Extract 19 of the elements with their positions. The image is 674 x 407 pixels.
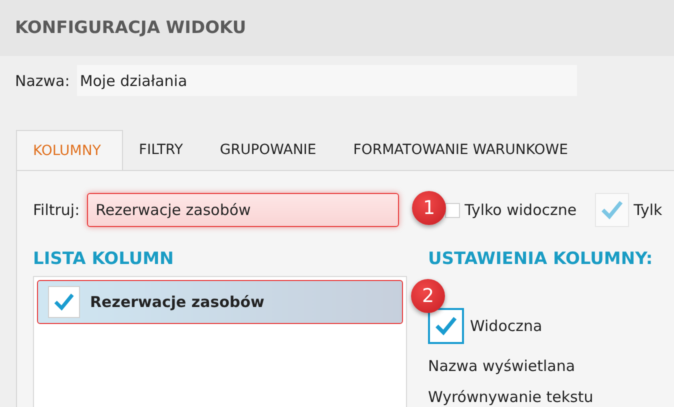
tab[interactable]: FILTRY: [122, 130, 204, 170]
field-label: Wyrównywanie tekstu: [428, 388, 594, 406]
field-label: Nazwa wyświetlana: [428, 357, 576, 375]
filter-field[interactable]: Rezerwacje zasobów: [86, 193, 399, 227]
checkbox-label: Tylko widoczne: [464, 201, 577, 219]
checkbox-label: Widoczna: [470, 317, 542, 335]
checkbox[interactable]: [428, 308, 464, 344]
tab[interactable]: FORMATOWANIE WARUNKOWE: [337, 130, 589, 170]
field-label: Nazwa:: [15, 72, 70, 90]
window-title: KONFIGURACJA WIDOKU: [15, 18, 246, 38]
name-field[interactable]: Moje działania: [76, 65, 577, 96]
checkbox[interactable]: [48, 286, 80, 318]
tab[interactable]: GRUPOWANIE: [204, 130, 338, 170]
checkbox-label: Tylk: [634, 201, 662, 219]
field-label: Filtruj:: [33, 201, 80, 219]
section-heading: LISTA KOLUMN: [33, 249, 175, 271]
section-heading: USTAWIENIA KOLUMNY:: [428, 249, 653, 271]
checkbox[interactable]: [444, 202, 460, 218]
list-item[interactable]: Rezerwacje zasobów: [37, 280, 403, 324]
